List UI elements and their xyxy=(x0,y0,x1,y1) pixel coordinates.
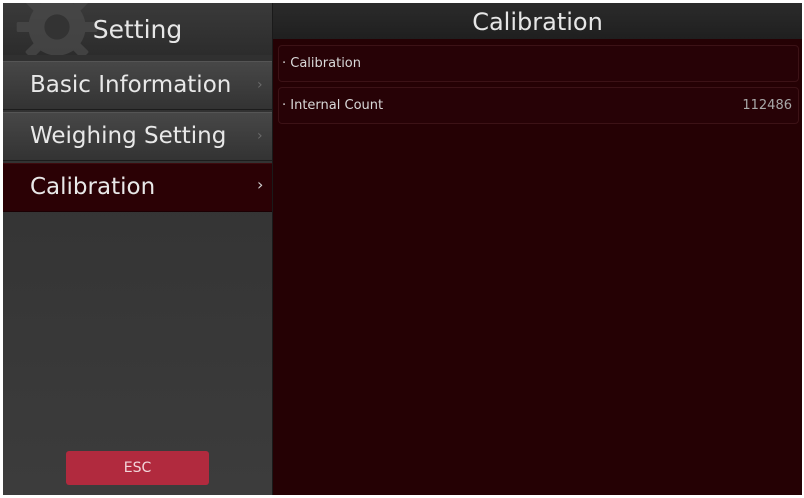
sidebar-item-calibration[interactable]: Calibration › xyxy=(3,163,272,212)
page-title: Calibration xyxy=(472,8,603,36)
main-panel: Calibration · Calibration · Internal Cou… xyxy=(273,3,802,495)
internal-count-value: 112486 xyxy=(742,98,792,113)
row-label: · Internal Count xyxy=(282,98,384,113)
sidebar-item-label: Calibration xyxy=(30,174,156,200)
sidebar: Setting Basic Information › Weighing Set… xyxy=(3,3,273,495)
chevron-right-icon: › xyxy=(257,128,263,144)
sidebar-title: Setting xyxy=(92,15,183,44)
internal-count-row[interactable]: · Internal Count 112486 xyxy=(278,87,799,124)
chevron-right-icon: › xyxy=(257,77,263,93)
sidebar-item-label: Basic Information xyxy=(30,72,232,98)
sidebar-header: Setting xyxy=(3,3,272,55)
app-screen: Setting Basic Information › Weighing Set… xyxy=(3,3,802,495)
sidebar-item-weighing-setting[interactable]: Weighing Setting › xyxy=(3,112,272,161)
sidebar-item-basic-information[interactable]: Basic Information › xyxy=(3,61,272,110)
row-label: · Calibration xyxy=(282,56,361,71)
sidebar-item-label: Weighing Setting xyxy=(30,123,227,149)
esc-button[interactable]: ESC xyxy=(66,451,209,485)
calibration-row[interactable]: · Calibration xyxy=(278,45,799,82)
main-title-bar: Calibration xyxy=(273,3,802,39)
chevron-right-icon: › xyxy=(257,175,264,194)
